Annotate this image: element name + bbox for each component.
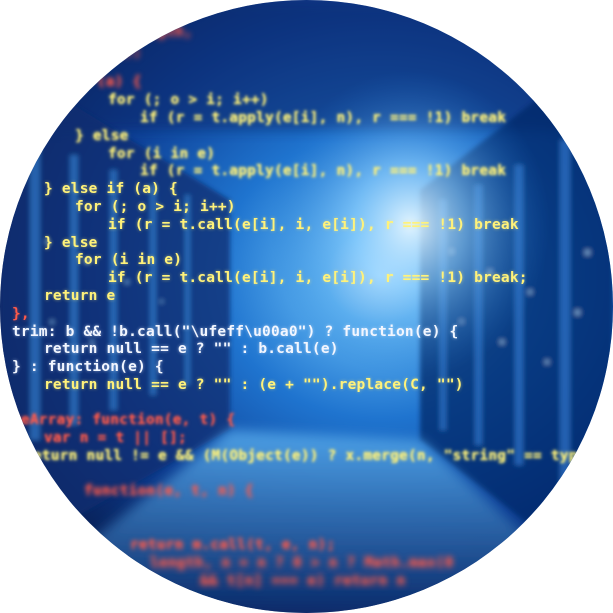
- code-line: },: [12, 306, 30, 322]
- code-line: if (r = t.apply(e[i], n), r === !1) brea…: [140, 110, 507, 126]
- code-line: for (; o > i; i++): [75, 199, 236, 215]
- code-line: return m.call(t, e, n);: [130, 537, 336, 553]
- code-line: for (i in e): [75, 252, 183, 268]
- code-line: for (i in e): [108, 146, 216, 162]
- code-line: for (; o > i; i++): [108, 92, 269, 108]
- code-line: return null == e ? "" : b.call(e): [44, 341, 339, 357]
- image-canvas: length, e); if (a) { for (; o > i; i++) if (…: [0, 0, 613, 613]
- code-line: && t[n] === e) return n: [200, 573, 406, 589]
- code-line: length,: [130, 24, 193, 40]
- code-line: } : function(e) {: [12, 359, 164, 375]
- code-overlay: length, e); if (a) { for (; o > i; i++) if (…: [0, 0, 613, 613]
- code-line: e);: [115, 44, 142, 60]
- code-line: var n = t || [];: [44, 430, 187, 446]
- code-line: } else: [44, 235, 98, 251]
- code-line: return e: [44, 288, 116, 304]
- code-line: } else: [75, 128, 129, 144]
- code-line: if (r = t.call(e[i], i, e[i]), r === !1)…: [108, 217, 519, 233]
- code-line: if (r = t.apply(e[i], n), r === !1) brea…: [140, 163, 507, 179]
- code-line: keArray: function(e, t) {: [12, 412, 236, 428]
- code-photo: length, e); if (a) { for (; o > i; i++) if (…: [0, 0, 613, 613]
- code-line: trim: b && !b.call("\ufeff\u00a0") ? fun…: [12, 324, 459, 340]
- code-line: return null == e ? "" : (e + "").replace…: [44, 377, 464, 393]
- code-line: function(e, t, n) {: [84, 483, 254, 499]
- code-line: if (r = t.call(e[i], i, e[i]), r === !1)…: [108, 270, 528, 286]
- code-line: return null != e && (M(Object(e)) ? x.me…: [24, 448, 587, 464]
- code-line: length, n = n ? 0 > n ? Math.max(0: [150, 555, 454, 571]
- code-line: } else if (a) {: [44, 181, 178, 197]
- code-line: if (a) {: [70, 74, 142, 90]
